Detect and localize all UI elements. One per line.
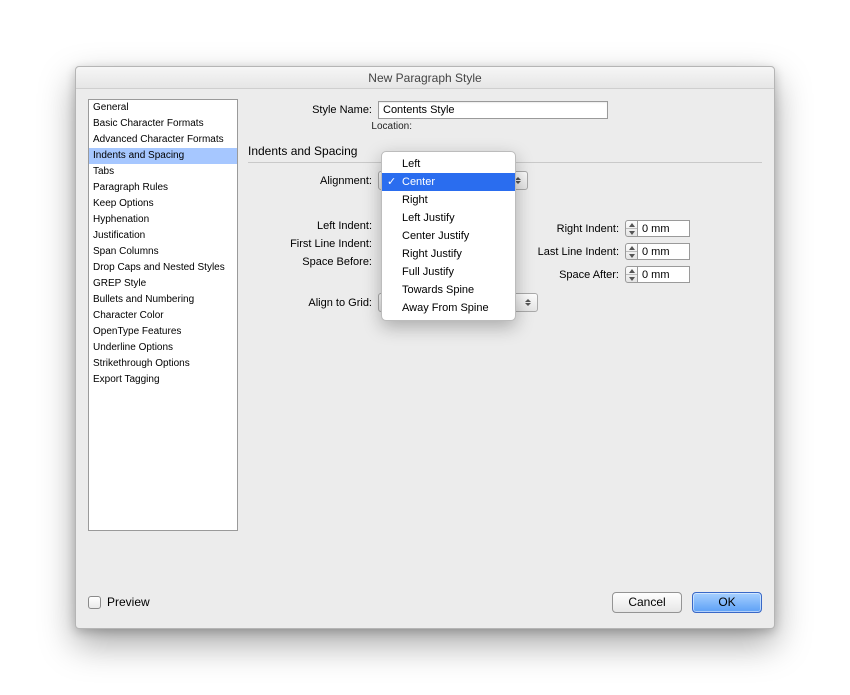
- alignment-option-label: Full Justify: [402, 266, 454, 278]
- alignment-dropdown[interactable]: Left ✓ Center Right Left Justify Center Justi…: [381, 151, 516, 321]
- stepper-icon[interactable]: [625, 266, 638, 283]
- alignment-option[interactable]: Left Justify: [382, 209, 515, 227]
- chevron-updown-icon: [522, 296, 533, 309]
- ok-button[interactable]: OK: [692, 592, 762, 613]
- style-name-input[interactable]: [378, 101, 608, 119]
- sidebar-item[interactable]: Strikethrough Options: [89, 356, 237, 372]
- alignment-option[interactable]: Towards Spine: [382, 281, 515, 299]
- location-label: Location:: [248, 121, 418, 132]
- sidebar-item[interactable]: Paragraph Rules: [89, 180, 237, 196]
- cancel-button[interactable]: Cancel: [612, 592, 682, 613]
- sidebar-item[interactable]: Span Columns: [89, 244, 237, 260]
- sidebar-item[interactable]: Basic Character Formats: [89, 116, 237, 132]
- sidebar-item[interactable]: Drop Caps and Nested Styles: [89, 260, 237, 276]
- dialog-window: New Paragraph Style GeneralBasic Charact…: [75, 66, 775, 629]
- stepper-icon[interactable]: [625, 220, 638, 237]
- last-line-indent-input[interactable]: [638, 243, 690, 260]
- sidebar-item[interactable]: Character Color: [89, 308, 237, 324]
- category-sidebar: GeneralBasic Character FormatsAdvanced C…: [88, 99, 238, 531]
- sidebar-item[interactable]: OpenType Features: [89, 324, 237, 340]
- alignment-option[interactable]: Right Justify: [382, 245, 515, 263]
- sidebar-item[interactable]: Justification: [89, 228, 237, 244]
- preview-label: Preview: [107, 595, 150, 609]
- last-line-indent-field[interactable]: [625, 243, 690, 260]
- alignment-option-label: Right: [402, 194, 428, 206]
- sidebar-item[interactable]: Advanced Character Formats: [89, 132, 237, 148]
- alignment-option[interactable]: ✓ Center: [382, 173, 515, 191]
- alignment-option-label: Towards Spine: [402, 284, 474, 296]
- alignment-option-label: Left Justify: [402, 212, 455, 224]
- sidebar-item[interactable]: Tabs: [89, 164, 237, 180]
- right-indent-field[interactable]: [625, 220, 690, 237]
- sidebar-item[interactable]: General: [89, 100, 237, 116]
- left-indent-label: Left Indent:: [248, 220, 378, 232]
- alignment-option[interactable]: Right: [382, 191, 515, 209]
- style-name-label: Style Name:: [248, 104, 378, 116]
- space-before-label: Space Before:: [248, 256, 378, 268]
- alignment-option[interactable]: Center Justify: [382, 227, 515, 245]
- alignment-label: Alignment:: [248, 175, 378, 187]
- last-line-indent-label: Last Line Indent:: [505, 246, 625, 258]
- space-after-field[interactable]: [625, 266, 690, 283]
- sidebar-item[interactable]: Indents and Spacing: [89, 148, 237, 164]
- alignment-option-label: Right Justify: [402, 248, 462, 260]
- check-icon: ✓: [387, 174, 396, 190]
- alignment-option[interactable]: Away From Spine: [382, 299, 515, 317]
- alignment-option[interactable]: Full Justify: [382, 263, 515, 281]
- first-line-indent-label: First Line Indent:: [248, 238, 378, 250]
- alignment-option-label: Center Justify: [402, 230, 469, 242]
- sidebar-item[interactable]: Hyphenation: [89, 212, 237, 228]
- window-title: New Paragraph Style: [76, 67, 774, 89]
- alignment-option[interactable]: Left: [382, 155, 515, 173]
- space-after-input[interactable]: [638, 266, 690, 283]
- sidebar-item[interactable]: Keep Options: [89, 196, 237, 212]
- sidebar-item[interactable]: Export Tagging: [89, 372, 237, 388]
- alignment-option-label: Away From Spine: [402, 302, 489, 314]
- preview-checkbox[interactable]: [88, 596, 101, 609]
- sidebar-item[interactable]: Underline Options: [89, 340, 237, 356]
- main-panel: Style Name: Location: Indents and Spacin…: [248, 99, 762, 568]
- space-after-label: Space After:: [505, 269, 625, 281]
- right-indent-input[interactable]: [638, 220, 690, 237]
- align-to-grid-label: Align to Grid:: [248, 297, 378, 309]
- stepper-icon[interactable]: [625, 243, 638, 260]
- dialog-footer: Preview Cancel OK: [88, 588, 762, 616]
- alignment-option-label: Center: [402, 176, 435, 188]
- sidebar-item[interactable]: Bullets and Numbering: [89, 292, 237, 308]
- alignment-option-label: Left: [402, 158, 420, 170]
- sidebar-item[interactable]: GREP Style: [89, 276, 237, 292]
- right-indent-label: Right Indent:: [505, 223, 625, 235]
